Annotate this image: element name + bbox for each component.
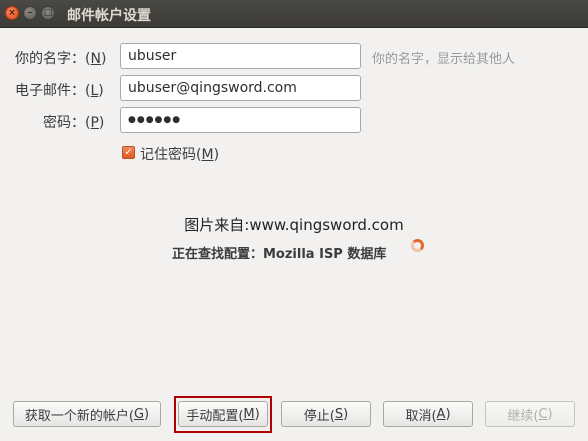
maximize-icon[interactable]: □ xyxy=(41,6,55,20)
loading-spinner-icon xyxy=(411,239,424,252)
status-text: 正在查找配置：Mozilla ISP 数据库 xyxy=(172,247,387,262)
password-label: 密码：(P) xyxy=(43,115,105,131)
image-source-text: 图片来自:www.qingsword.com xyxy=(184,216,404,234)
remember-password-label[interactable]: 记住密码(M) xyxy=(140,144,219,164)
get-new-account-button[interactable]: 获取一个新的帐户(G) xyxy=(13,401,161,427)
password-field[interactable] xyxy=(120,107,361,133)
name-hint: 你的名字，显示给其他人 xyxy=(372,52,516,67)
remember-password-checkbox[interactable]: ✓ xyxy=(122,146,135,159)
close-icon[interactable]: × xyxy=(5,6,19,20)
title-bar: × – □ 邮件帐户设置 xyxy=(0,0,588,28)
window-title: 邮件帐户设置 xyxy=(67,8,151,24)
manual-config-button[interactable]: 手动配置(M) xyxy=(178,401,268,427)
name-field[interactable] xyxy=(120,43,361,69)
minimize-icon[interactable]: – xyxy=(23,6,37,20)
continue-button[interactable]: 继续(C) xyxy=(485,401,575,427)
stop-button[interactable]: 停止(S) xyxy=(281,401,371,427)
email-field[interactable] xyxy=(120,75,361,101)
cancel-button[interactable]: 取消(A) xyxy=(383,401,473,427)
email-label: 电子邮件：(L) xyxy=(15,83,104,99)
name-label: 你的名字：(N) xyxy=(15,51,107,67)
